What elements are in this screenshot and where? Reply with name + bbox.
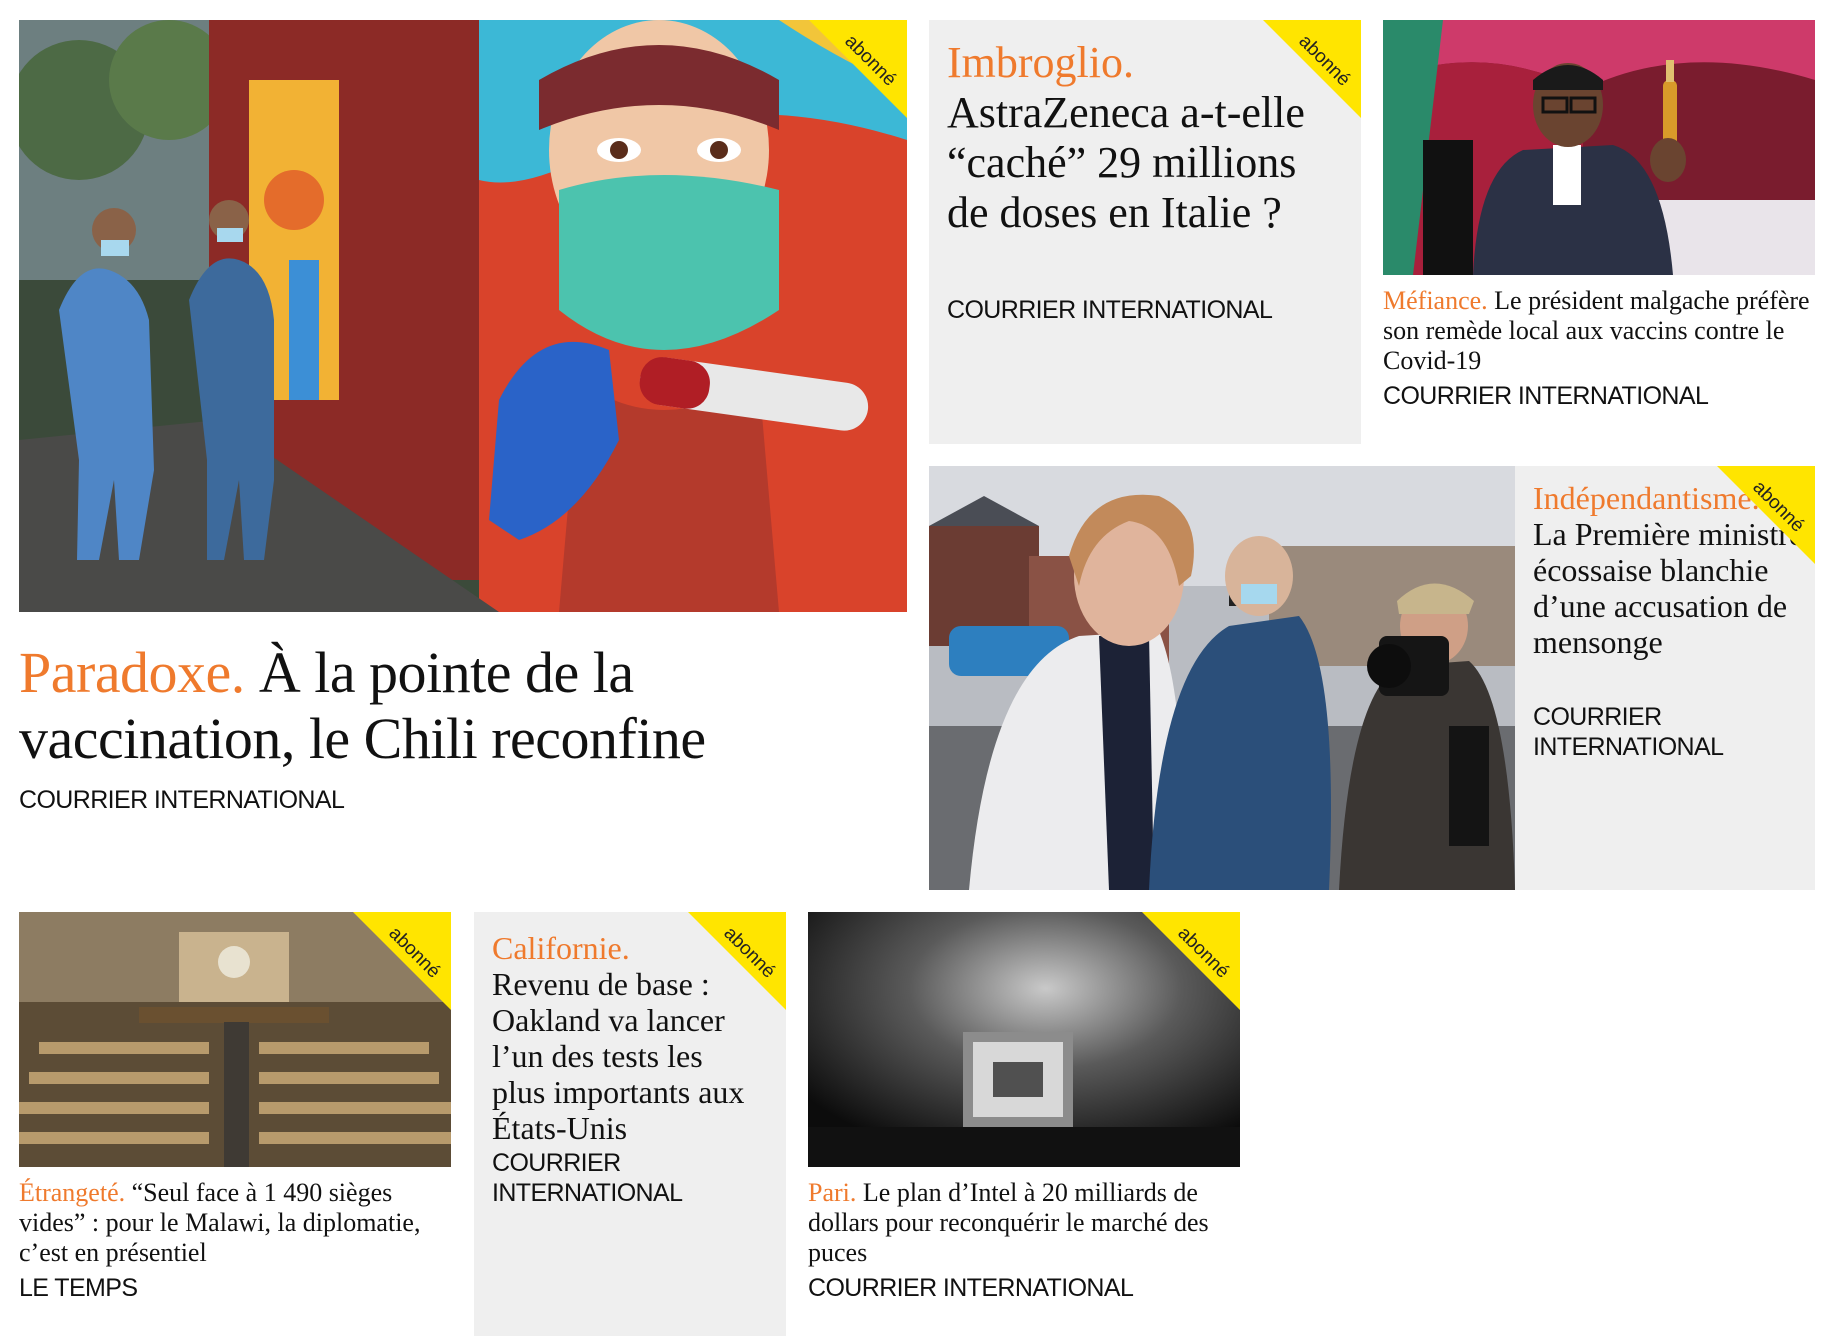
article-image-chile-mural[interactable] [19, 20, 907, 612]
article-card-etrangete[interactable]: abonné Étrangeté. “Seul face à 1 490 siè… [19, 912, 451, 1312]
article-card-paradoxe[interactable]: abonné Paradoxe. À la pointe de la vacci… [19, 20, 907, 820]
article-kicker: Méfiance. [1383, 286, 1488, 315]
article-kicker: Paradoxe. [19, 640, 245, 705]
article-card-mefiance[interactable]: Méfiance. Le président malgache préfère … [1383, 20, 1815, 420]
article-source: COURRIER INTERNATIONAL [1383, 382, 1709, 410]
article-source: LE TEMPS [19, 1274, 138, 1302]
subscriber-badge[interactable]: abonné [809, 20, 907, 118]
article-kicker: Imbroglio. [947, 38, 1134, 87]
article-kicker: Étrangeté. [19, 1178, 126, 1207]
subscriber-badge[interactable]: abonné [1717, 466, 1815, 564]
article-kicker: Pari. [808, 1178, 857, 1207]
article-source: COURRIER INTERNATIONAL [19, 786, 345, 814]
article-headline[interactable]: Méfiance. Le président malgache préfère … [1383, 286, 1815, 376]
article-source: COURRIER INTERNATIONAL [808, 1274, 1134, 1302]
article-card-pari[interactable]: abonné Pari. Le plan d’Intel à 20 millia… [808, 912, 1240, 1312]
article-image-madagascar-president[interactable] [1383, 20, 1815, 275]
subscriber-badge[interactable]: abonné [353, 912, 451, 1010]
article-card-imbroglio[interactable]: abonné Imbroglio. AstraZeneca a-t-elle “… [929, 20, 1361, 444]
article-headline[interactable]: Paradoxe. À la pointe de la vaccination,… [19, 640, 907, 772]
article-source: COURRIER INTERNATIONAL [1533, 703, 1724, 761]
article-title: Le plan d’Intel à 20 milliards de dollar… [808, 1178, 1209, 1267]
subscriber-badge[interactable]: abonné [1263, 20, 1361, 118]
article-card-independantisme[interactable]: Indépendantisme. La Première ministre éc… [929, 466, 1815, 890]
article-headline[interactable]: Imbroglio. AstraZeneca a-t-elle “caché” … [947, 38, 1307, 238]
article-headline[interactable]: Étrangeté. “Seul face à 1 490 sièges vid… [19, 1178, 451, 1268]
article-image-scottish-first-minister[interactable] [929, 466, 1515, 890]
subscriber-badge[interactable]: abonné [1142, 912, 1240, 1010]
article-card-californie[interactable]: abonné Californie. Revenu de base : Oakl… [474, 912, 786, 1336]
article-source: COURRIER INTERNATIONAL [947, 296, 1273, 324]
article-title: AstraZeneca a-t-elle “caché” 29 millions… [947, 88, 1305, 237]
article-source: COURRIER INTERNATIONAL [492, 1149, 683, 1207]
article-headline[interactable]: Pari. Le plan d’Intel à 20 milliards de … [808, 1178, 1240, 1268]
subscriber-badge[interactable]: abonné [688, 912, 786, 1010]
